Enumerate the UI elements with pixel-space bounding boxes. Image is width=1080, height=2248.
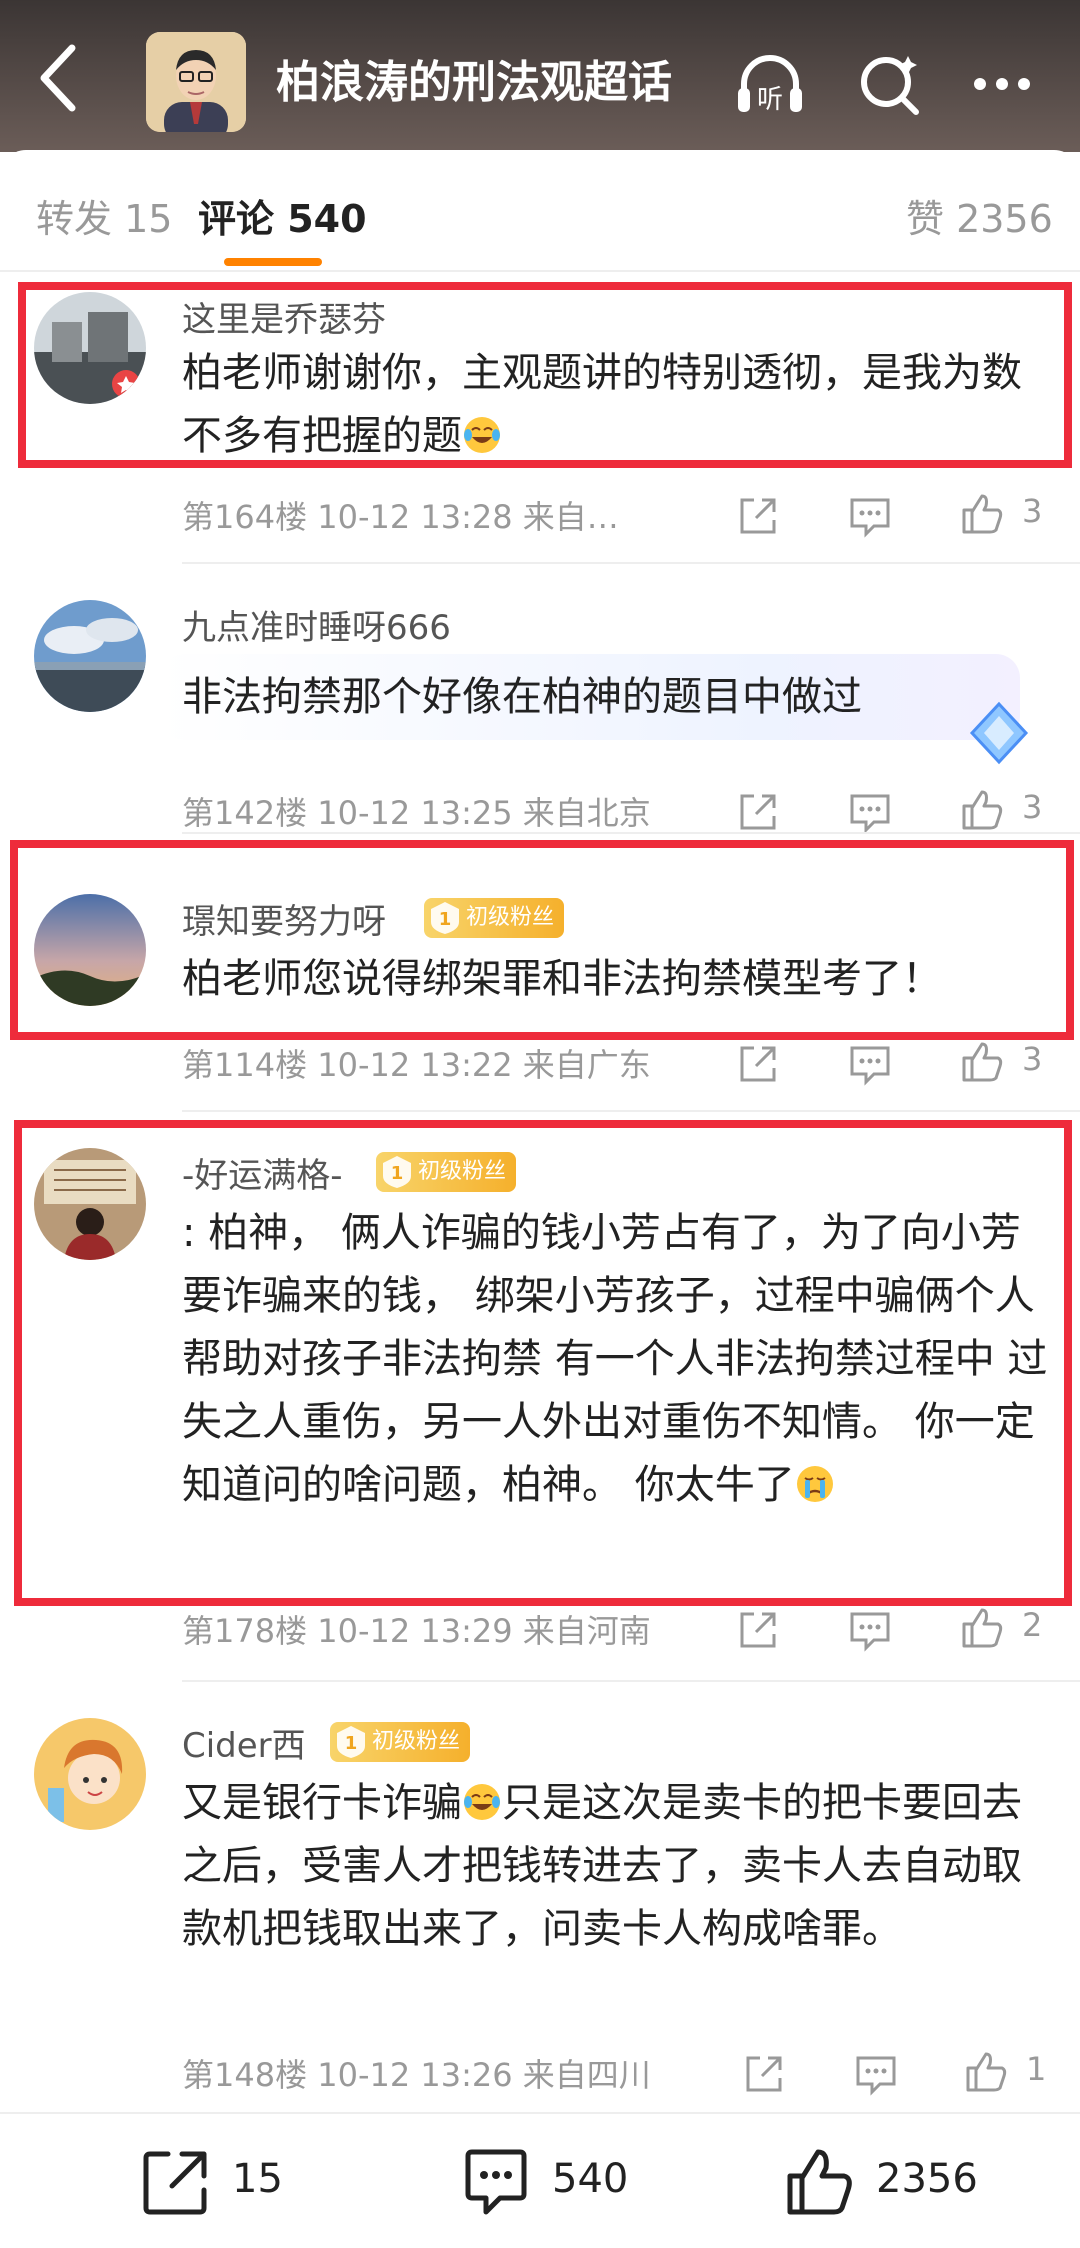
like-thumb-icon[interactable] [958, 1038, 1006, 1086]
comment-text: 非法拘禁那个好像在柏神的题目中做过 [182, 674, 862, 720]
comment-meta: 第148楼 10-12 13:26 来自四川 [182, 2056, 651, 2094]
comment-text: 又是银行卡诈骗 只是这次是卖卡的把卡要回去之后，受害人才把钱转进去了，卖卡人去自动… [182, 1780, 1022, 1952]
share-icon[interactable] [734, 1040, 782, 1088]
like-count: 3 [1022, 492, 1043, 530]
reply-comment-icon[interactable] [846, 788, 894, 836]
avatar[interactable] [34, 1718, 146, 1830]
share-icon[interactable] [734, 1606, 782, 1654]
listen-headphones-icon[interactable]: 听 [730, 44, 810, 124]
like-thumb-icon[interactable] [958, 786, 1006, 834]
back-arrow-icon[interactable] [28, 38, 88, 118]
like-count: 1 [1026, 2050, 1047, 2088]
like-count: 3 [1022, 1040, 1043, 1078]
highlight-box [18, 282, 1072, 468]
like-thumb-icon[interactable] [958, 490, 1006, 538]
laughing-tears-emoji-icon [464, 1784, 500, 1820]
like-thumb-icon[interactable] [958, 1604, 1006, 1652]
diamond-decoration-icon [969, 701, 1029, 765]
comment-count: 540 [552, 2156, 629, 2202]
bottom-action-bar: 15 540 2356 [0, 2112, 1080, 2248]
reply-comment-icon[interactable] [846, 1606, 894, 1654]
svg-text:1: 1 [345, 1733, 358, 1754]
repost-icon[interactable] [138, 2144, 214, 2220]
divider [182, 562, 1080, 564]
comment-meta: 第164楼 10-12 13:28 来自… [182, 498, 619, 536]
comment-meta: 第178楼 10-12 13:29 来自河南 [182, 1612, 651, 1650]
comment-icon[interactable] [458, 2144, 534, 2220]
like-count: 2356 [876, 2156, 978, 2202]
highlight-box [14, 1120, 1072, 1606]
reply-comment-icon[interactable] [846, 1040, 894, 1088]
divider [0, 270, 1080, 272]
divider [182, 1110, 1080, 1112]
repost-count: 15 [232, 2156, 283, 2202]
tab-bar: 转发 15 评论 540 赞 2356 [0, 150, 1080, 270]
top-bar: 柏浪涛的刑法观超话 听 [0, 0, 1080, 152]
more-options-icon[interactable] [962, 44, 1042, 124]
share-icon[interactable] [734, 788, 782, 836]
page-title: 柏浪涛的刑法观超话 [276, 57, 672, 108]
username[interactable]: Cider西 [182, 1718, 306, 1767]
comment-meta: 第142楼 10-12 13:25 来自北京 [182, 794, 651, 832]
fan-level-number-icon: 1 [337, 1726, 365, 1758]
like-count: 3 [1022, 788, 1043, 826]
tab-repost[interactable]: 转发 15 [36, 188, 172, 243]
highlight-box [10, 840, 1074, 1040]
like-thumb-icon[interactable] [962, 2048, 1010, 2096]
search-icon[interactable] [850, 44, 930, 124]
tab-comment[interactable]: 评论 540 [198, 188, 367, 243]
fan-level-badge: 1 初级粉丝 [330, 1722, 471, 1762]
avatar[interactable] [34, 600, 146, 712]
topic-avatar[interactable] [146, 32, 246, 132]
share-icon[interactable] [740, 2050, 788, 2098]
comment-meta: 第114楼 10-12 13:22 来自广东 [182, 1046, 651, 1084]
like-count: 2 [1022, 1606, 1043, 1644]
reply-comment-icon[interactable] [852, 2050, 900, 2098]
active-tab-indicator [224, 258, 322, 266]
like-thumb-icon[interactable] [782, 2144, 858, 2220]
divider [182, 832, 1080, 834]
share-icon[interactable] [734, 492, 782, 540]
username[interactable]: 九点准时睡呀666 [182, 600, 451, 649]
svg-text:听: 听 [757, 85, 783, 115]
tab-like[interactable]: 赞 2356 [906, 188, 1053, 243]
reply-comment-icon[interactable] [846, 492, 894, 540]
divider [182, 1680, 1080, 1682]
